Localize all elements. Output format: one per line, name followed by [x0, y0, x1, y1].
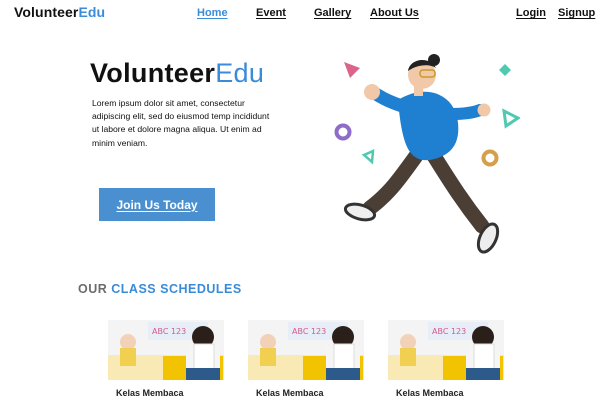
class-schedules-heading: OUR CLASS SCHEDULES [78, 282, 242, 296]
svg-text:ABC 123: ABC 123 [432, 327, 466, 336]
schedules-heading-accent: CLASS SCHEDULES [111, 282, 242, 296]
schedule-card-title: Kelas Membaca [116, 388, 184, 398]
login-link[interactable]: Login [516, 7, 546, 19]
nav-link-home[interactable]: Home [197, 7, 228, 19]
schedule-card-title: Kelas Membaca [396, 388, 464, 398]
small-teal-triangle-shape [361, 148, 375, 165]
schedule-card[interactable]: ABC 123 Kelas Membaca [388, 320, 504, 400]
logo-text-accent: Edu [78, 4, 106, 20]
schedule-card-title: Kelas Membaca [256, 388, 324, 398]
hero-title: VolunteerEdu [90, 58, 264, 89]
schedule-card[interactable]: ABC 123 Kelas Membaca [248, 320, 364, 400]
schedules-heading-prefix: OUR [78, 282, 108, 296]
schedule-card[interactable]: ABC 123 Kelas Membaca [108, 320, 224, 400]
gold-ring-shape [481, 149, 499, 167]
hero-title-accent: Edu [215, 58, 265, 88]
running-person-illustration [330, 48, 521, 258]
top-navigation: VolunteerEdu Home Event Gallery About Us… [0, 0, 600, 28]
svg-text:ABC 123: ABC 123 [152, 327, 186, 336]
nav-link-about-us[interactable]: About Us [370, 7, 419, 19]
classroom-photo: ABC 123 [248, 320, 364, 380]
logo-text-main: Volunteer [14, 4, 79, 20]
signup-link[interactable]: Signup [558, 7, 595, 19]
teal-triangle-shape [502, 108, 521, 129]
join-us-button[interactable]: Join Us Today [99, 188, 215, 221]
teal-diamond-shape [499, 64, 511, 76]
hero-title-main: Volunteer [90, 58, 216, 88]
classroom-photo: ABC 123 [388, 320, 504, 380]
hero-description: Lorem ipsum dolor sit amet, consectetur … [92, 98, 270, 148]
site-logo[interactable]: VolunteerEdu [14, 4, 105, 20]
purple-ring-shape [334, 123, 352, 141]
pink-triangle-shape [344, 62, 360, 78]
classroom-photo: ABC 123 [108, 320, 224, 380]
nav-link-event[interactable]: Event [256, 7, 286, 19]
svg-text:ABC 123: ABC 123 [292, 327, 326, 336]
nav-link-gallery[interactable]: Gallery [314, 7, 351, 19]
